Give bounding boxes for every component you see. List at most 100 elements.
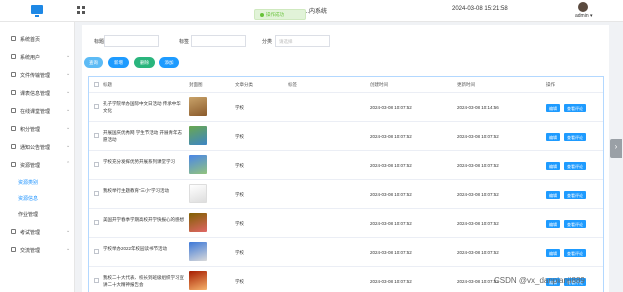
table-header: 标题 封面图 文章分类 标签 创建时间 更新时间 操作 (89, 77, 603, 93)
sidebar-subitem-homework[interactable]: 作业管理 (18, 211, 38, 218)
header-cover: 封面图 (189, 82, 203, 87)
folder-icon (11, 162, 16, 167)
chevron-down-icon: ⌄ (66, 228, 71, 234)
avatar[interactable] (578, 2, 588, 12)
row-title: 学校举办2022年校园读书节活动 (103, 246, 168, 251)
category-filter-label: 分类 (262, 39, 273, 45)
row-category: 学校 (235, 192, 244, 197)
sidebar-item-resources[interactable]: 资源管理 ⌃ (0, 159, 75, 173)
edit-button[interactable]: 编辑 (546, 191, 560, 199)
sidebar-item-schedule[interactable]: 课表信息管理 ⌄ (0, 87, 75, 101)
chevron-down-icon: ⌄ (66, 246, 71, 252)
chevron-down-icon: ⌄ (66, 143, 71, 149)
table-row: 学校充分发挥优势开展系列课堂学习 学校 2024-03-08 10:07:52 202… (89, 151, 603, 180)
category-select[interactable]: 请选择 (275, 35, 330, 47)
edit-button[interactable]: 编辑 (546, 133, 560, 141)
top-bar: ...内系统 2024-03-08 15:21:58 admin ▾ (0, 0, 623, 22)
side-expand-button[interactable]: › (610, 139, 622, 158)
header-created: 创建时间 (370, 82, 388, 87)
row-created: 2024-03-08 10:07:52 (370, 134, 412, 139)
sidebar-item-communication[interactable]: 交流管理 ⌄ (0, 244, 75, 258)
edit-button[interactable]: 编辑 (546, 220, 560, 228)
sidebar: 系统首页 系统用户 ⌄ 文件传输管理 ⌄ 课表信息管理 ⌄ 在线课堂管理 ⌄ 积分管理 ⌄… (0, 22, 75, 292)
sidebar-item-home[interactable]: 系统首页 (0, 33, 75, 47)
sidebar-item-label: 交流管理 (20, 248, 41, 254)
view-comments-button[interactable]: 查看评论 (564, 133, 586, 141)
success-toast: 操作成功 (254, 9, 306, 20)
sidebar-subitem-resource-info[interactable]: 资源信息 (18, 195, 38, 202)
row-category: 学校 (235, 105, 244, 110)
row-created: 2024-03-08 10:07:52 (370, 105, 412, 110)
header-actions: 操作 (546, 82, 555, 87)
exam-icon (11, 229, 16, 234)
edit-button[interactable]: 编辑 (546, 104, 560, 112)
user-menu[interactable]: admin ▾ (575, 13, 593, 19)
row-cover-image (189, 213, 207, 232)
row-updated: 2024-03-08 10:07:52 (457, 163, 499, 168)
tag-filter-label: 标签 (179, 39, 190, 45)
view-comments-button[interactable]: 查看评论 (564, 104, 586, 112)
watermark: CSDN @vx_danpianji889 (494, 276, 585, 285)
username: admin (575, 13, 589, 19)
table-row: 我校举行主题教育“三小”学习活动学校 2024-03-08 10:07:52 202… (89, 180, 603, 209)
sidebar-item-users[interactable]: 系统用户 ⌄ (0, 51, 75, 65)
row-created: 2024-03-08 10:07:52 (370, 250, 412, 255)
sidebar-item-files[interactable]: 文件传输管理 ⌄ (0, 69, 75, 83)
row-checkbox[interactable] (94, 220, 99, 225)
row-checkbox[interactable] (94, 191, 99, 196)
view-comments-button[interactable]: 查看评论 (564, 220, 586, 228)
search-button[interactable]: 查询 (84, 57, 103, 68)
sidebar-item-label: 在线课堂管理 (20, 109, 51, 115)
main-content: 标题 标签 分类 请选择 查询 新增 删除 添加 标题 封面图 文章分类 标签 … (82, 25, 609, 292)
row-updated: 2024-03-08 10:07:52 (457, 192, 499, 197)
sidebar-subitem-resource-category[interactable]: 资源类别 (18, 179, 38, 186)
chevron-up-icon: ⌃ (66, 161, 71, 167)
row-updated: 2024-03-08 10:07:52 (457, 279, 499, 284)
view-comments-button[interactable]: 查看评论 (564, 162, 586, 170)
header-datetime: 2024-03-08 15:21:58 (452, 6, 508, 12)
chevron-down-icon: ⌄ (66, 107, 71, 113)
row-category: 学校 (235, 279, 244, 284)
row-title: 我校二十大代表、校长到班级组织学习宣讲二十大精神报告会 (103, 275, 184, 287)
row-created: 2024-03-08 10:07:52 (370, 192, 412, 197)
delete-button[interactable]: 删除 (134, 57, 155, 68)
row-checkbox[interactable] (94, 162, 99, 167)
extra-action-button[interactable]: 添加 (159, 57, 179, 68)
sidebar-item-points[interactable]: 积分管理 ⌄ (0, 123, 75, 137)
title-filter-input[interactable] (104, 35, 159, 47)
tag-filter-input[interactable] (191, 35, 246, 47)
row-checkbox[interactable] (94, 249, 99, 254)
row-category: 学校 (235, 250, 244, 255)
row-created: 2024-03-08 10:07:52 (370, 279, 412, 284)
select-all-checkbox[interactable] (94, 82, 99, 87)
bell-icon (11, 144, 16, 149)
category-placeholder: 请选择 (279, 39, 293, 44)
view-comments-button[interactable]: 查看评论 (564, 249, 586, 257)
table-row: 学校举办2022年校园读书节活动 学校 2024-03-08 10:07:52 202… (89, 238, 603, 267)
row-title: 我校举行主题教育“三小”学习活动 (103, 188, 169, 193)
row-checkbox[interactable] (94, 104, 99, 109)
row-checkbox[interactable] (94, 278, 99, 283)
sidebar-item-label: 文件传输管理 (20, 73, 51, 79)
success-icon (260, 12, 264, 17)
table-row: 美国开学春季学期高校开学快报心的感想 学校 2024-03-08 10:07:52 2… (89, 209, 603, 238)
view-comments-button[interactable]: 查看评论 (564, 191, 586, 199)
edit-button[interactable]: 编辑 (546, 249, 560, 257)
sidebar-item-notices[interactable]: 通知公告管理 ⌄ (0, 141, 75, 155)
row-title: 美国开学春季学期高校开学快报心的感想 (103, 217, 184, 222)
table-row: 开展国庆优秀网 学生节活动 开展青年志愿活动 学校 2024-03-08 10:07… (89, 122, 603, 151)
row-cover-image (189, 126, 207, 145)
row-created: 2024-03-08 10:07:52 (370, 163, 412, 168)
row-title: 孔子学院举办国际中文日活动 传承中华文化 (103, 101, 181, 113)
row-created: 2024-03-08 10:07:52 (370, 221, 412, 226)
sidebar-item-label: 通知公告管理 (20, 145, 51, 151)
row-cover-image (189, 271, 207, 290)
add-button[interactable]: 新增 (108, 57, 129, 68)
row-checkbox[interactable] (94, 133, 99, 138)
sidebar-item-online-class[interactable]: 在线课堂管理 ⌄ (0, 105, 75, 119)
edit-button[interactable]: 编辑 (546, 162, 560, 170)
sidebar-item-label: 考试管理 (20, 230, 41, 236)
sidebar-item-exams[interactable]: 考试管理 ⌄ (0, 226, 75, 240)
grid-menu-icon[interactable] (77, 6, 85, 14)
header-tag: 标签 (288, 82, 297, 87)
